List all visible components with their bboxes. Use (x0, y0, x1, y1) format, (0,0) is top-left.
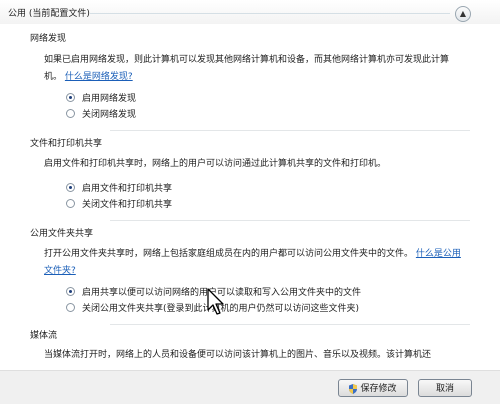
radio-button[interactable] (66, 302, 75, 312)
public-folder-text: 打开公用文件夹共享时，网络上包括家庭组成员在内的用户都可以访问公用文件夹中的文件… (44, 249, 414, 259)
section-title-file-printer-sharing: 文件和打印机共享 (30, 139, 103, 149)
cancel-button[interactable]: 取消 (418, 379, 472, 397)
radio-enable-network-discovery[interactable]: 启用网络发现 (66, 90, 136, 104)
radio-disable-file-printer-sharing[interactable]: 关闭文件和打印机共享 (66, 196, 172, 210)
radio-enable-file-printer-sharing[interactable]: 启用文件和打印机共享 (66, 180, 172, 194)
uac-shield-icon (349, 383, 358, 394)
profile-header[interactable]: 公用 (当前配置文件) ▲ (0, 0, 500, 24)
section-title-media-streaming: 媒体流 (30, 331, 58, 341)
file-printer-description: 启用文件和打印机共享时，网络上的用户可以访问通过此计算机共享的文件和打印机。 (44, 159, 387, 169)
header-divider (90, 13, 450, 14)
network-discovery-help-link[interactable]: 什么是网络发现? (65, 72, 133, 82)
radio-button[interactable] (66, 108, 75, 118)
section-divider (110, 220, 470, 221)
radio-button-checked[interactable] (66, 182, 75, 192)
cancel-label: 取消 (435, 384, 454, 394)
section-divider (110, 324, 470, 325)
radio-label: 关闭文件和打印机共享 (82, 199, 173, 210)
profile-title: 公用 (当前配置文件) (8, 9, 90, 19)
network-discovery-description: 如果已启用网络发现，则此计算机可以发现其他网络计算机和设备，而其他网络计算机亦可… (44, 52, 464, 86)
bottom-action-bar: 保存修改 取消 (0, 370, 500, 404)
section-title-network-discovery: 网络发现 (30, 34, 67, 44)
radio-label: 启用文件和打印机共享 (82, 183, 173, 194)
section-title-public-folder-sharing: 公用文件夹共享 (30, 229, 94, 239)
section-divider (110, 130, 470, 131)
radio-disable-network-discovery[interactable]: 关闭网络发现 (66, 106, 136, 120)
radio-label: 启用网络发现 (82, 93, 137, 104)
public-folder-description: 打开公用文件夹共享时，网络上包括家庭组成员在内的用户都可以访问公用文件夹中的文件… (44, 246, 464, 280)
radio-label: 关闭网络发现 (82, 109, 137, 120)
save-changes-button[interactable]: 保存修改 (338, 379, 408, 397)
mouse-cursor-icon (207, 288, 224, 315)
radio-button[interactable] (66, 198, 75, 208)
media-streaming-description: 当媒体流打开时，网络上的人员和设备便可以访问该计算机上的图片、音乐以及视频。该计… (44, 350, 432, 360)
radio-button-checked[interactable] (66, 286, 75, 296)
radio-button-checked[interactable] (66, 92, 75, 102)
save-changes-label: 保存修改 (360, 384, 397, 394)
chevron-up-icon[interactable]: ▲ (455, 6, 471, 22)
